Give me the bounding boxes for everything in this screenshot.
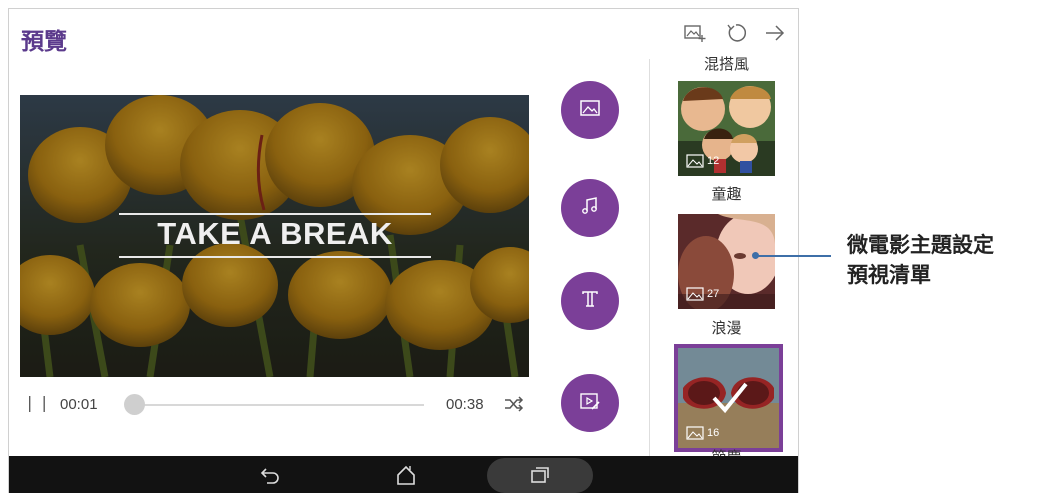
seek-knob[interactable] — [124, 394, 146, 415]
photo-count-icon — [686, 287, 704, 301]
app-window: 預覽 TAKE A BREAK | | 00:01 00:38 混搭風 12 童… — [8, 8, 799, 493]
text-icon — [580, 289, 600, 313]
pause-button[interactable]: | | — [27, 393, 49, 412]
refresh-icon[interactable] — [724, 21, 748, 45]
photo-count: 16 — [686, 426, 719, 440]
text-button[interactable] — [561, 272, 619, 330]
video-title-text: TAKE A BREAK — [157, 216, 393, 251]
video-preview[interactable]: TAKE A BREAK — [20, 95, 529, 377]
callout-line-1: 微電影主題設定 — [847, 233, 994, 257]
next-arrow-icon[interactable] — [763, 21, 787, 45]
music-button[interactable] — [561, 179, 619, 237]
seek-track[interactable] — [126, 404, 424, 406]
add-image-button[interactable] — [561, 81, 619, 139]
back-icon[interactable] — [257, 462, 283, 488]
title-bottom-rule — [119, 256, 431, 258]
theme-label-romance[interactable]: 浪漫 — [678, 317, 775, 338]
add-photo-icon[interactable] — [683, 21, 707, 45]
home-icon[interactable] — [393, 462, 419, 488]
music-note-icon — [580, 196, 600, 220]
navigation-bar — [9, 456, 798, 493]
video-edit-button[interactable] — [561, 374, 619, 432]
photo-count: 12 — [686, 154, 719, 168]
callout-annotation: 微電影主題設定 預視清單 — [847, 230, 994, 290]
callout-line — [756, 255, 831, 257]
total-time: 00:38 — [446, 396, 484, 413]
theme-thumb-kids[interactable]: 12 — [678, 81, 775, 176]
image-icon — [579, 98, 601, 122]
photo-count-icon — [686, 154, 704, 168]
shuffle-icon[interactable] — [503, 393, 525, 415]
page-title: 預覽 — [21, 29, 67, 55]
theme-thumb-festive[interactable]: 16 — [678, 348, 779, 448]
list-divider — [649, 59, 650, 459]
theme-thumb-romance[interactable]: 27 — [678, 214, 775, 309]
current-time: 00:01 — [60, 396, 98, 413]
video-edit-icon — [579, 390, 601, 416]
recent-apps-icon[interactable] — [527, 462, 553, 488]
title-top-rule — [119, 213, 431, 215]
photo-count-icon — [686, 426, 704, 440]
callout-line-2: 預視清單 — [847, 263, 931, 287]
theme-label-kids[interactable]: 童趣 — [678, 183, 775, 204]
theme-label-top[interactable]: 混搭風 — [678, 53, 775, 74]
photo-count: 27 — [686, 287, 719, 301]
callout-dot — [752, 252, 759, 259]
